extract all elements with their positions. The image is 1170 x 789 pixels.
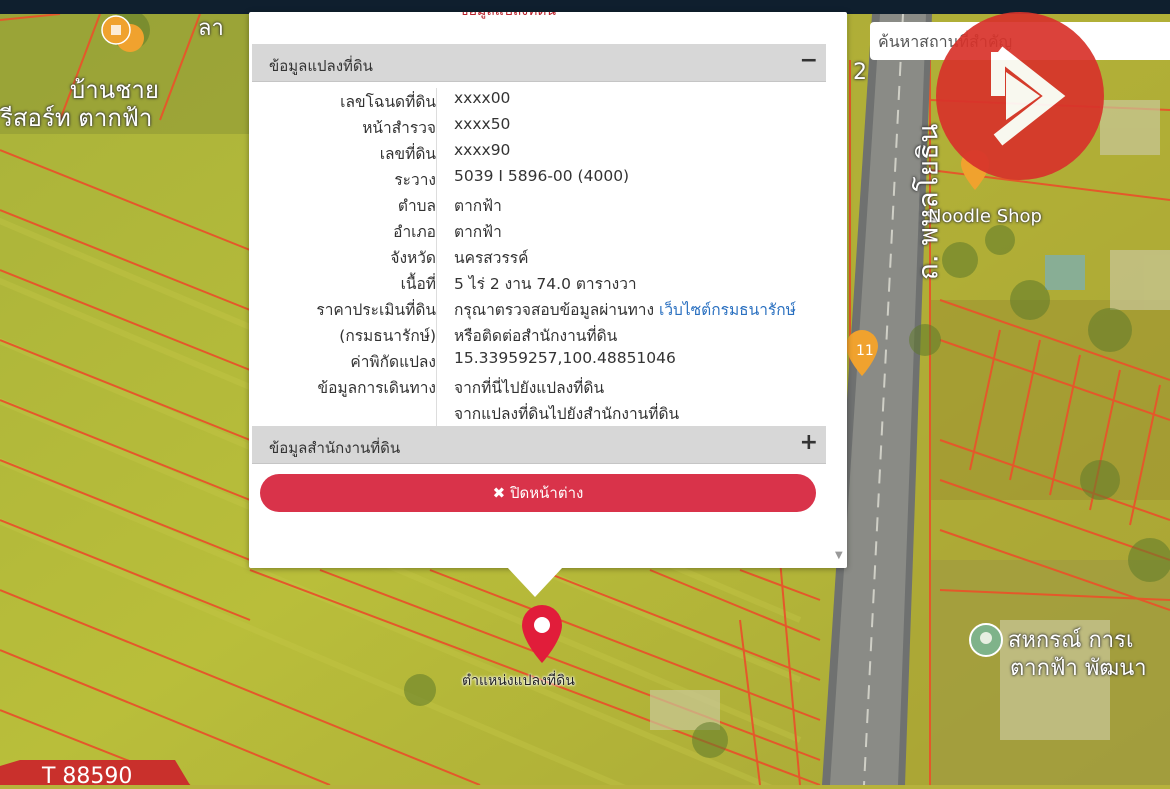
- detail-value: ตากฟ้า: [454, 223, 502, 241]
- close-button-label: ปิดหน้าต่าง: [510, 484, 584, 502]
- detail-value: หรือติดต่อสำนักงานที่ดิน: [454, 327, 618, 345]
- detail-label: เนื้อที่: [400, 275, 436, 293]
- detail-value: 5 ไร่ 2 งาน 74.0 ตารางวา: [454, 275, 637, 293]
- detail-value: กรุณาตรวจสอบข้อมูลผ่านทาง เว็บไซต์กรมธนา…: [454, 297, 796, 322]
- parcel-location-pin-icon[interactable]: [520, 603, 564, 665]
- detail-label: (กรมธนารักษ์): [339, 327, 436, 345]
- detail-label: จังหวัด: [390, 249, 436, 267]
- popup-scroll-area[interactable]: ข้อมูลแปลงที่ดิน ข้อมูลแปลงที่ดิน − เลขโ…: [249, 12, 847, 568]
- detail-label: หน้าสำรวจ: [362, 119, 436, 137]
- detail-row-travel: ข้อมูลการเดินทาง จากที่นี่ไปยังแปลงที่ดิ…: [252, 372, 826, 398]
- detail-label: เลขที่ดิน: [379, 145, 436, 163]
- brand-logo: [936, 12, 1104, 180]
- detail-value: xxxx00: [454, 89, 511, 107]
- close-window-button[interactable]: ✖ ปิดหน้าต่าง: [260, 474, 816, 512]
- detail-row-map-sheet: ระวาง 5039 I 5896-00 (4000): [252, 164, 826, 190]
- detail-row-province: จังหวัด นครสวรรค์: [252, 242, 826, 268]
- detail-label: เลขโฉนดที่ดิน: [340, 93, 436, 111]
- parcel-details-table: เลขโฉนดที่ดิน xxxx00 หน้าสำรวจ xxxx50 เล…: [252, 86, 826, 426]
- map-label-fragment: ลา: [198, 16, 224, 41]
- detail-row-appraisal: ราคาประเมินที่ดิน กรุณาตรวจสอบข้อมูลผ่าน…: [252, 294, 826, 320]
- section-office-header[interactable]: ข้อมูลสำนักงานที่ดิน +: [252, 426, 826, 464]
- bottom-badge-text: T 88590: [42, 764, 133, 789]
- detail-value: นครสวรรค์: [454, 249, 529, 267]
- detail-label: ค่าพิกัดแปลง: [350, 353, 436, 371]
- collapse-icon[interactable]: −: [800, 48, 818, 73]
- detail-row-area: เนื้อที่ 5 ไร่ 2 งาน 74.0 ตารางวา: [252, 268, 826, 294]
- detail-value: xxxx50: [454, 115, 511, 133]
- directions-to-parcel-link[interactable]: จากที่นี่ไปยังแปลงที่ดิน: [454, 375, 604, 400]
- detail-label: อำเภอ: [393, 223, 436, 241]
- appraisal-text: กรุณาตรวจสอบข้อมูลผ่านทาง: [454, 301, 655, 319]
- parcel-info-popup: ข้อมูลแปลงที่ดิน ข้อมูลแปลงที่ดิน − เลขโ…: [249, 12, 847, 568]
- detail-row-appraisal-2: (กรมธนารักษ์) หรือติดต่อสำนักงานที่ดิน: [252, 320, 826, 346]
- section-parcel-title: ข้อมูลแปลงที่ดิน: [269, 57, 373, 75]
- detail-value: 5039 I 5896-00 (4000): [454, 167, 630, 185]
- play-arrow-logo-icon: [991, 46, 1066, 146]
- coordinates-link[interactable]: 15.33959257,100.48851046: [454, 349, 676, 367]
- detail-label: ระวาง: [394, 171, 436, 189]
- detail-row-coords: ค่าพิกัดแปลง 15.33959257,100.48851046: [252, 346, 826, 372]
- close-icon: ✖: [492, 484, 506, 502]
- section-parcel-header[interactable]: ข้อมูลแปลงที่ดิน −: [252, 44, 826, 82]
- parcel-location-label: ตำแหน่งแปลงที่ดิน: [462, 673, 575, 689]
- detail-row-travel-2: จากแปลงที่ดินไปยังสำนักงานที่ดิน: [252, 398, 826, 424]
- detail-row-survey-page: หน้าสำรวจ xxxx50: [252, 112, 826, 138]
- directions-to-office-link[interactable]: จากแปลงที่ดินไปยังสำนักงานที่ดิน: [454, 401, 679, 426]
- popup-callout-arrow: [507, 567, 563, 597]
- detail-value: ตากฟ้า: [454, 197, 502, 215]
- popup-scrollbar[interactable]: ▼: [833, 12, 845, 568]
- detail-label: ราคาประเมินที่ดิน: [316, 301, 436, 319]
- detail-label: ข้อมูลการเดินทาง: [317, 379, 436, 397]
- popup-cut-heading: ข้อมูลแปลงที่ดิน: [459, 12, 556, 22]
- detail-row-district: อำเภอ ตากฟ้า: [252, 216, 826, 242]
- detail-label: ตำบล: [397, 197, 436, 215]
- expand-icon[interactable]: +: [800, 430, 818, 455]
- detail-value: xxxx90: [454, 141, 511, 159]
- map-label-road-number: 2: [853, 60, 867, 85]
- detail-row-deed: เลขโฉนดที่ดิน xxxx00: [252, 86, 826, 112]
- detail-row-land-number: เลขที่ดิน xxxx90: [252, 138, 826, 164]
- map-label-coop-line2: ตากฟ้า พัฒนา: [1010, 656, 1147, 681]
- scroll-down-icon[interactable]: ▼: [835, 550, 843, 561]
- map-label-resort: รีสอร์ท ตากฟ้า: [0, 104, 153, 132]
- poi-pin-coop[interactable]: [969, 623, 1003, 657]
- svg-text:11: 11: [856, 343, 874, 359]
- detail-row-subdistrict: ตำบล ตากฟ้า: [252, 190, 826, 216]
- map-label-shop: Noodle Shop: [928, 206, 1042, 227]
- treasury-website-link[interactable]: เว็บไซต์กรมธนารักษ์: [659, 301, 796, 319]
- section-office-title: ข้อมูลสำนักงานที่ดิน: [269, 439, 401, 457]
